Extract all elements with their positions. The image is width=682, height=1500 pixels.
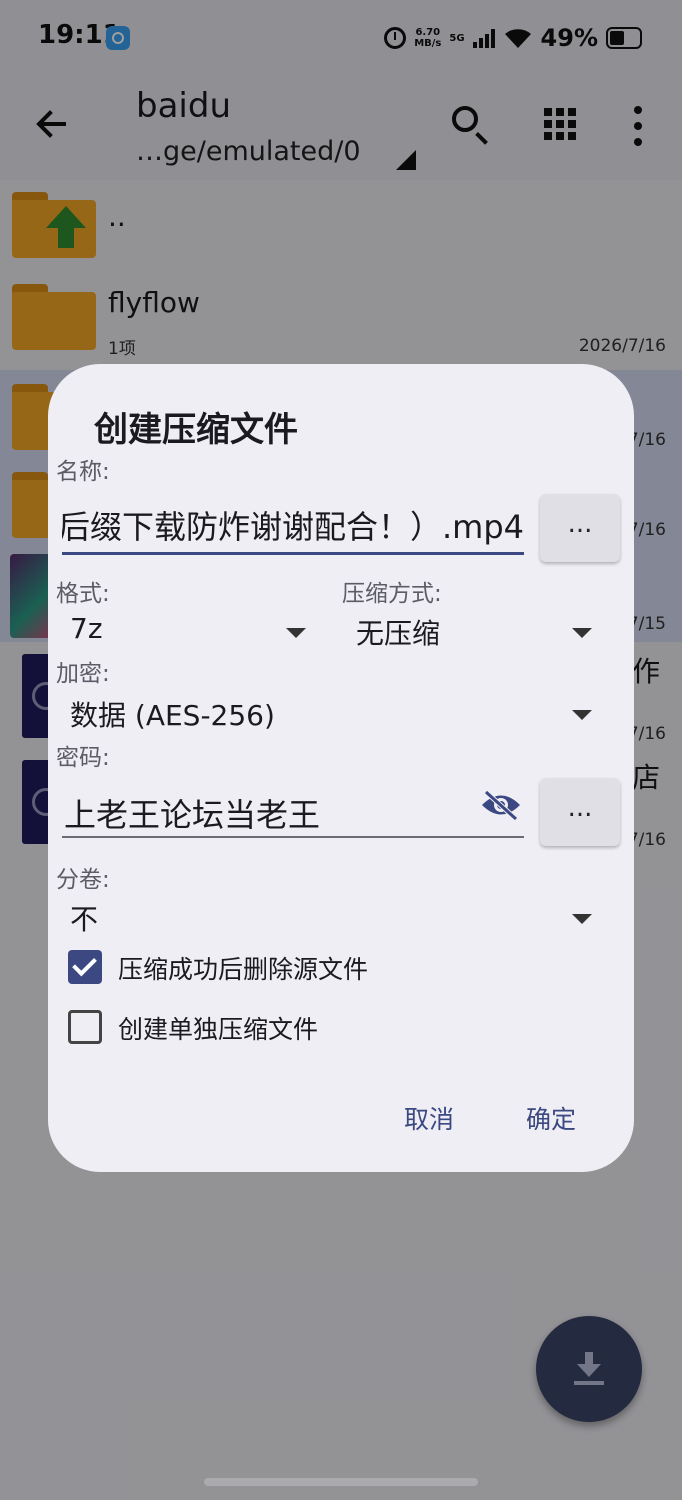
method-select[interactable]: 无压缩 (342, 604, 602, 654)
split-value: 不 (70, 903, 99, 936)
confirm-button[interactable]: 确定 (526, 1100, 576, 1136)
dropdown-arrow-icon (572, 628, 592, 638)
password-label: 密码: (56, 745, 110, 771)
format-label: 格式: (56, 581, 110, 607)
separate-archive-checkbox[interactable] (68, 1010, 102, 1044)
dropdown-arrow-icon (286, 628, 306, 638)
delete-source-checkbox[interactable] (68, 950, 102, 984)
create-archive-dialog: 创建压缩文件 名称: 后缀下载防炸谢谢配合！）.mp4 ... 格式: 7z 压… (48, 364, 634, 1172)
split-label: 分卷: (56, 867, 110, 893)
dropdown-arrow-icon (572, 710, 592, 720)
password-options-button[interactable]: ... (540, 778, 620, 846)
split-select[interactable]: 不 (56, 890, 602, 940)
gesture-home-bar[interactable] (204, 1478, 478, 1486)
delete-source-label: 压缩成功后删除源文件 (118, 955, 369, 984)
archive-name-value: 后缀下载防炸谢谢配合！）.mp4 (62, 508, 524, 546)
eye-off-icon[interactable] (480, 790, 522, 820)
dialog-title: 创建压缩文件 (94, 410, 298, 450)
name-label: 名称: (56, 459, 110, 485)
method-label: 压缩方式: (342, 581, 442, 607)
encrypt-select[interactable]: 数据 (AES-256) (56, 686, 602, 736)
encrypt-label: 加密: (56, 661, 110, 687)
method-value: 无压缩 (356, 617, 441, 650)
password-input[interactable]: 上老王论坛当老王 (62, 784, 524, 838)
format-select[interactable]: 7z (56, 604, 316, 654)
archive-name-input[interactable]: 后缀下载防炸谢谢配合！）.mp4 (62, 502, 524, 555)
dropdown-arrow-icon (572, 914, 592, 924)
cancel-button[interactable]: 取消 (404, 1100, 454, 1136)
format-value: 7z (70, 612, 103, 645)
encrypt-value: 数据 (AES-256) (70, 699, 275, 732)
separate-archive-label: 创建单独压缩文件 (118, 1015, 319, 1044)
password-value: 上老王论坛当老王 (64, 796, 321, 834)
browse-button[interactable]: ... (540, 494, 620, 562)
